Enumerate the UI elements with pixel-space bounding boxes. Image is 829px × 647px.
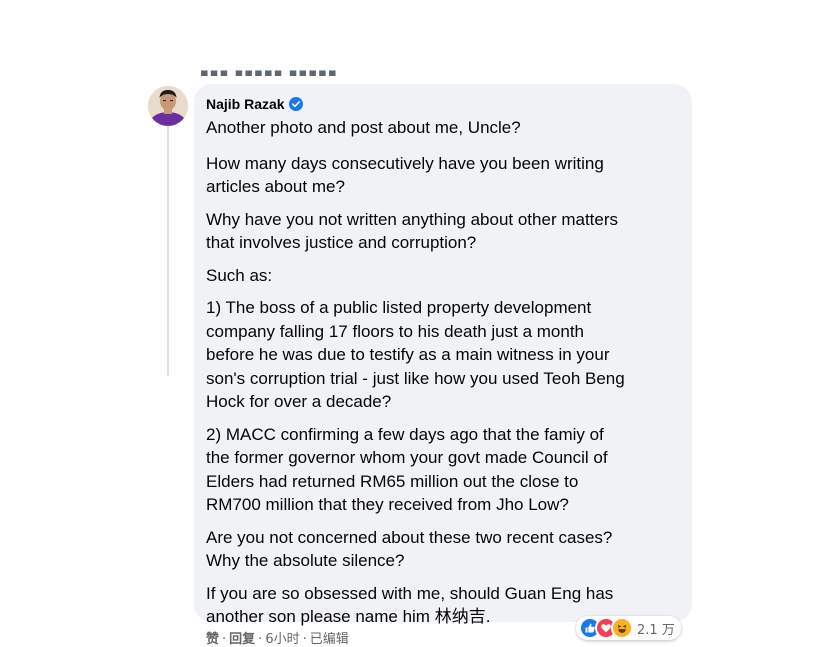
facebook-comment-screenshot: ▪▪▪ ▪▪▪▪▪ ▪▪▪▪▪ Najib Razak Another phot… (0, 0, 829, 647)
comment-paragraph: Are you not concerned about these two re… (206, 527, 613, 571)
author-name[interactable]: Najib Razak (206, 96, 285, 112)
reply-action[interactable]: 回复 (229, 632, 255, 647)
avatar[interactable] (148, 86, 188, 126)
previous-comment-clipped-text: ▪▪▪ ▪▪▪▪▪ ▪▪▪▪▪ (200, 66, 338, 76)
author-row: Najib Razak (206, 94, 680, 114)
haha-icon (611, 617, 633, 639)
comment-paragraph: Such as: (206, 265, 273, 285)
verified-badge-icon (288, 97, 303, 111)
comment-timestamp[interactable]: 6小时 (265, 632, 299, 647)
comment-text: Another photo and post about me, Uncle? … (206, 116, 680, 629)
comment-bubble: Najib Razak Another photo and post about… (194, 84, 692, 626)
avatar-image (148, 86, 188, 126)
comment-paragraph: 2) MACC confirming a few days ago that t… (206, 424, 608, 515)
edited-label: 已编辑 (309, 632, 349, 647)
reactions-summary[interactable]: 2.1 万 (576, 616, 681, 640)
comment-paragraph: Another photo and post about me, Uncle? (206, 118, 521, 137)
comment-paragraph: How many days consecutively have you bee… (206, 153, 604, 197)
thread-connector-line (167, 126, 169, 376)
comment-paragraph: Why have you not written anything about … (206, 209, 619, 253)
separator: · (302, 632, 307, 647)
separator: · (258, 632, 263, 647)
like-action[interactable]: 赞 (206, 632, 219, 647)
separator: · (222, 632, 227, 647)
comment-actions: 赞 · 回复 · 6小时 · 已编辑 (206, 628, 349, 647)
reaction-count: 2.1 万 (637, 622, 675, 638)
comment-paragraph: 1) The boss of a public listed property … (206, 298, 625, 411)
